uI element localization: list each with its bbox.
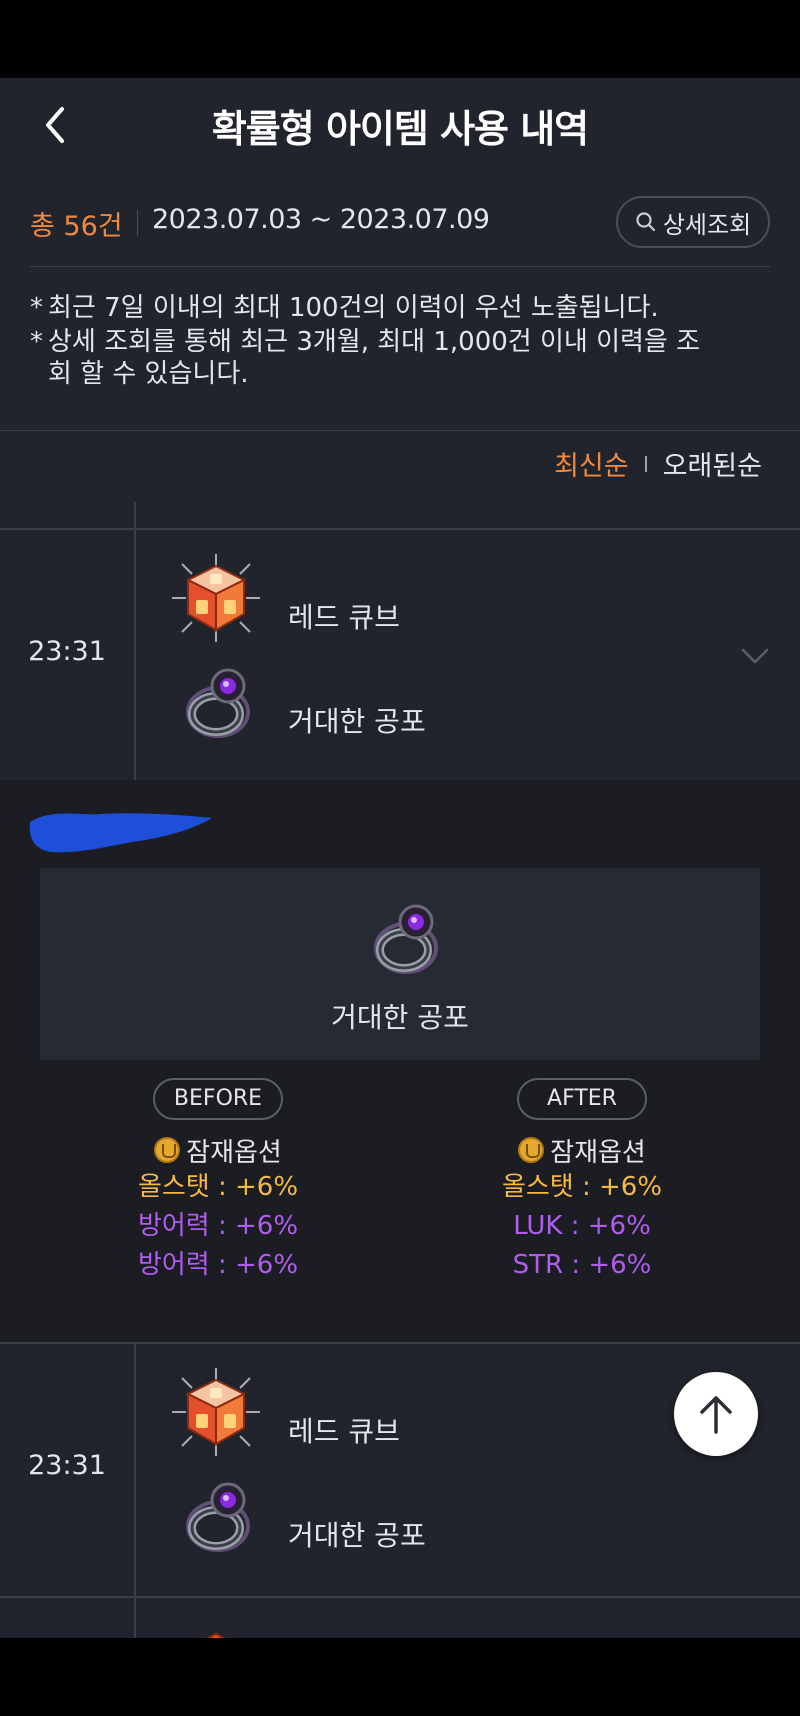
page-title: 확률형 아이템 사용 내역 xyxy=(211,107,589,151)
divider xyxy=(0,1596,800,1598)
red-cube-icon xyxy=(168,550,264,646)
red-cube-icon xyxy=(168,1618,264,1638)
detail-panel: 거대한 공포 BEFORE 잠재옵션 올스탯 : +6% 방어력 : +6% 방… xyxy=(0,780,800,1342)
cube-name: 레드 큐브 xyxy=(288,601,400,634)
arrow-up-icon xyxy=(700,1396,732,1434)
detail-search-label: 상세조회 xyxy=(662,210,752,239)
item-card: 거대한 공포 xyxy=(40,868,760,1060)
status-bar xyxy=(0,0,800,78)
scroll-top-button[interactable] xyxy=(674,1372,758,1456)
divider xyxy=(0,1342,800,1344)
after-column: AFTER 잠재옵션 올스탯 : +6% LUK : +6% STR : +6% xyxy=(432,1078,732,1285)
search-icon xyxy=(636,212,655,232)
option-line: 방어력 : +6% xyxy=(137,1250,299,1280)
date-range: 2023.07.03 ~ 2023.07.09 xyxy=(152,204,490,235)
ring-icon xyxy=(170,1466,266,1562)
item-name: 거대한 공포 xyxy=(288,705,426,738)
chevron-down-icon[interactable] xyxy=(740,646,770,666)
app-screen: 확률형 아이템 사용 내역 총 56건 2023.07.03 ~ 2023.07… xyxy=(0,78,800,1638)
divider xyxy=(134,502,136,780)
potential-coin-icon xyxy=(518,1137,545,1163)
notice-list: * 최근 7일 이내의 최대 100건의 이력이 우선 노출됩니다. * 상세 조회… xyxy=(30,292,770,392)
row-time: 23:31 xyxy=(28,1450,106,1481)
option-line: 올스탯 : +6% xyxy=(501,1172,663,1202)
total-count: 총 56건 xyxy=(30,211,123,242)
sort-oldest[interactable]: 오래된순 xyxy=(663,444,762,483)
potential-label: 잠재옵션 xyxy=(68,1132,368,1168)
before-column: BEFORE 잠재옵션 올스탯 : +6% 방어력 : +6% 방어력 : +6… xyxy=(68,1078,368,1285)
navigation-bar xyxy=(0,1638,800,1716)
cube-name: 레드 큐브 xyxy=(288,1415,400,1448)
option-line: STR : +6% xyxy=(512,1250,652,1280)
card-item-name: 거대한 공포 xyxy=(331,1001,469,1034)
divider xyxy=(0,430,800,431)
option-line: 올스탯 : +6% xyxy=(137,1172,299,1202)
after-badge: AFTER xyxy=(517,1078,647,1120)
before-badge: BEFORE xyxy=(153,1078,283,1120)
detail-search-button[interactable]: 상세조회 xyxy=(616,196,770,248)
notice-item: * 최근 7일 이내의 최대 100건의 이력이 우선 노출됩니다. xyxy=(30,293,659,323)
red-cube-icon xyxy=(168,1364,264,1460)
sort-latest[interactable]: 최신순 xyxy=(554,444,629,483)
option-line: LUK : +6% xyxy=(513,1211,651,1241)
option-line: 방어력 : +6% xyxy=(137,1211,299,1241)
divider xyxy=(644,455,647,472)
notice-item: * 상세 조회를 통해 최근 3개월, 최대 1,000건 이내 이력을 조회 할… xyxy=(30,327,701,389)
ring-icon xyxy=(170,652,266,748)
divider xyxy=(30,266,770,267)
potential-label: 잠재옵션 xyxy=(432,1132,732,1168)
divider xyxy=(137,210,138,236)
row-time: 23:31 xyxy=(28,636,106,667)
sort-toggle: 최신순 오래된순 xyxy=(554,444,762,483)
summary-bar: 총 56건 2023.07.03 ~ 2023.07.09 상세조회 xyxy=(30,196,770,252)
header: 확률형 아이템 사용 내역 xyxy=(0,78,800,174)
divider xyxy=(134,1344,136,1638)
potential-coin-icon xyxy=(154,1137,181,1163)
item-name: 거대한 공포 xyxy=(288,1519,426,1552)
ring-icon xyxy=(358,888,454,984)
divider xyxy=(0,528,800,530)
redaction-scribble xyxy=(29,813,213,853)
